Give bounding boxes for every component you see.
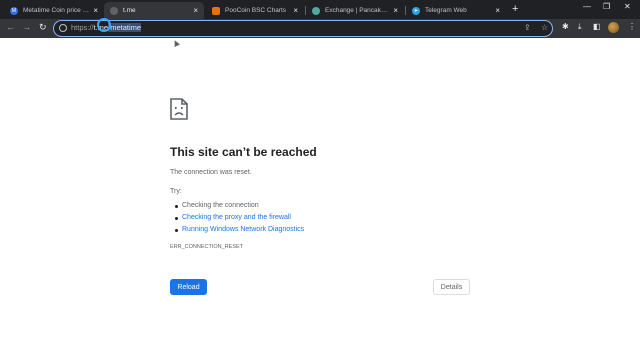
- telegram-favicon: ➤: [412, 6, 420, 15]
- restore-icon[interactable]: ❐: [603, 2, 610, 11]
- globe-icon: [110, 6, 118, 15]
- suggestions-list: Checking the connection Checking the pro…: [174, 200, 304, 236]
- tab-telegram[interactable]: ➤ Telegram Web ×: [406, 2, 506, 19]
- menu-icon[interactable]: ⋮: [628, 22, 636, 31]
- tab-title: Telegram Web: [425, 7, 467, 14]
- tab-tme[interactable]: t.me ×: [104, 2, 204, 19]
- tab-title: PooCoin BSC Charts: [225, 7, 287, 14]
- close-tab-icon[interactable]: ×: [495, 6, 500, 15]
- site-info-icon[interactable]: [59, 24, 67, 32]
- click-highlight-ring: [97, 18, 111, 32]
- bookmark-star-icon[interactable]: ☆: [541, 23, 548, 32]
- profile-avatar[interactable]: [608, 22, 619, 33]
- suggestion-check-proxy-link[interactable]: Checking the proxy and the firewall: [174, 212, 304, 224]
- sad-page-icon: [170, 98, 188, 120]
- error-title: This site can’t be reached: [170, 145, 317, 159]
- mouse-pointer: [172, 39, 180, 47]
- close-tab-icon[interactable]: ×: [93, 6, 98, 15]
- url-path-selected: /metatime: [108, 23, 142, 32]
- close-tab-icon[interactable]: ×: [393, 6, 398, 15]
- side-panel-icon[interactable]: ◧: [593, 22, 601, 31]
- metatime-favicon: M: [10, 6, 18, 15]
- new-tab-icon[interactable]: +: [512, 3, 518, 15]
- tab-title: Exchange | PancakeSwap: [325, 7, 389, 14]
- suggestion-network-diagnostics-link[interactable]: Running Windows Network Diagnostics: [174, 224, 304, 236]
- forward-arrow-icon[interactable]: →: [22, 22, 31, 32]
- share-icon[interactable]: ⇪: [524, 23, 531, 32]
- minimize-icon[interactable]: —: [583, 2, 591, 11]
- extensions-icon[interactable]: ✱: [562, 22, 569, 31]
- back-arrow-icon[interactable]: ←: [6, 22, 15, 32]
- tab-pancakeswap[interactable]: Exchange | PancakeSwap ×: [306, 2, 404, 19]
- tab-title: t.me: [123, 7, 136, 14]
- tab-poocoin[interactable]: PooCoin BSC Charts ×: [206, 2, 304, 19]
- suggestion-check-connection: Checking the connection: [174, 200, 304, 212]
- error-code: ERR_CONNECTION_RESET: [170, 244, 244, 250]
- address-bar[interactable]: https://t.me/metatime ⇪ ☆: [53, 20, 553, 37]
- error-description: The connection was reset.: [170, 169, 252, 176]
- details-button[interactable]: Details: [433, 279, 470, 295]
- reload-icon[interactable]: ↻: [39, 22, 47, 33]
- reload-button[interactable]: Reload: [170, 279, 207, 295]
- close-tab-icon[interactable]: ×: [193, 6, 198, 15]
- poocoin-favicon: [212, 6, 220, 15]
- close-window-icon[interactable]: ✕: [624, 2, 631, 11]
- close-tab-icon[interactable]: ×: [293, 6, 298, 15]
- tab-metatime[interactable]: M Metatime Coin price toda ×: [4, 2, 104, 19]
- try-label: Try:: [170, 188, 182, 195]
- tab-strip: M Metatime Coin price toda × t.me × PooC…: [0, 0, 640, 19]
- pancakeswap-favicon: [312, 6, 320, 15]
- download-icon[interactable]: ⤓: [578, 22, 582, 32]
- tab-title: Metatime Coin price toda: [23, 7, 90, 14]
- url-scheme: https://: [71, 23, 94, 32]
